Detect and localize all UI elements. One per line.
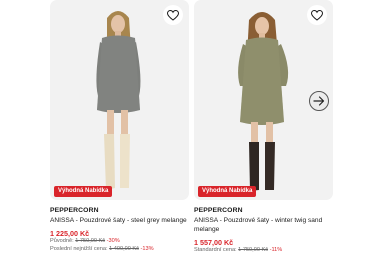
product-image[interactable]: Výhodná Nabídka — [50, 0, 189, 200]
product-name[interactable]: ANISSA - Pouzdrové šaty - winter twig sa… — [194, 216, 334, 234]
wishlist-button[interactable] — [307, 5, 327, 25]
lowest-discount: -13% — [140, 245, 154, 252]
product-brand: PEPPERCORN — [194, 207, 243, 214]
lowest-price: 1 400,00 Kč — [109, 245, 139, 252]
standard-price: 1 750,00 Kč — [238, 247, 269, 254]
arrow-right-icon — [313, 96, 325, 106]
standard-discount: -11% — [269, 247, 283, 254]
original-price-row: Původně: 1 750,00 Kč -30% — [50, 238, 189, 246]
product-brand: PEPPERCORN — [50, 207, 99, 214]
deal-badge: Výhodná Nabídka — [198, 186, 257, 197]
deal-badge: Výhodná Nabídka — [54, 186, 113, 197]
original-price-label: Původně: — [50, 238, 74, 245]
heart-icon — [167, 9, 179, 21]
lowest-price-row: Poslední nejnižší cena: 1 400,00 Kč -13% — [50, 246, 189, 254]
product-price: 1 557,00 Kč — [194, 238, 234, 248]
wishlist-button[interactable] — [163, 5, 183, 25]
original-discount: -30% — [106, 238, 120, 245]
standard-price-row: Standardní cena: 1 750,00 Kč -11% — [194, 247, 333, 255]
carousel-next-button[interactable] — [309, 91, 329, 111]
product-card[interactable]: Výhodná Nabídka PEPPERCORN ANISSA - Pouz… — [194, 0, 333, 255]
model-photo — [96, 11, 141, 190]
heart-icon — [311, 9, 323, 21]
product-name[interactable]: ANISSA - Pouzdrové šaty - steel grey mel… — [50, 216, 190, 225]
product-card[interactable]: Výhodná Nabídka PEPPERCORN ANISSA - Pouz… — [50, 0, 189, 253]
original-price: 1 750,00 Kč — [75, 238, 106, 245]
lowest-price-label: Poslední nejnižší cena: — [50, 245, 108, 252]
product-price: 1 225,00 Kč — [50, 229, 90, 239]
standard-price-label: Standardní cena: — [194, 247, 237, 254]
